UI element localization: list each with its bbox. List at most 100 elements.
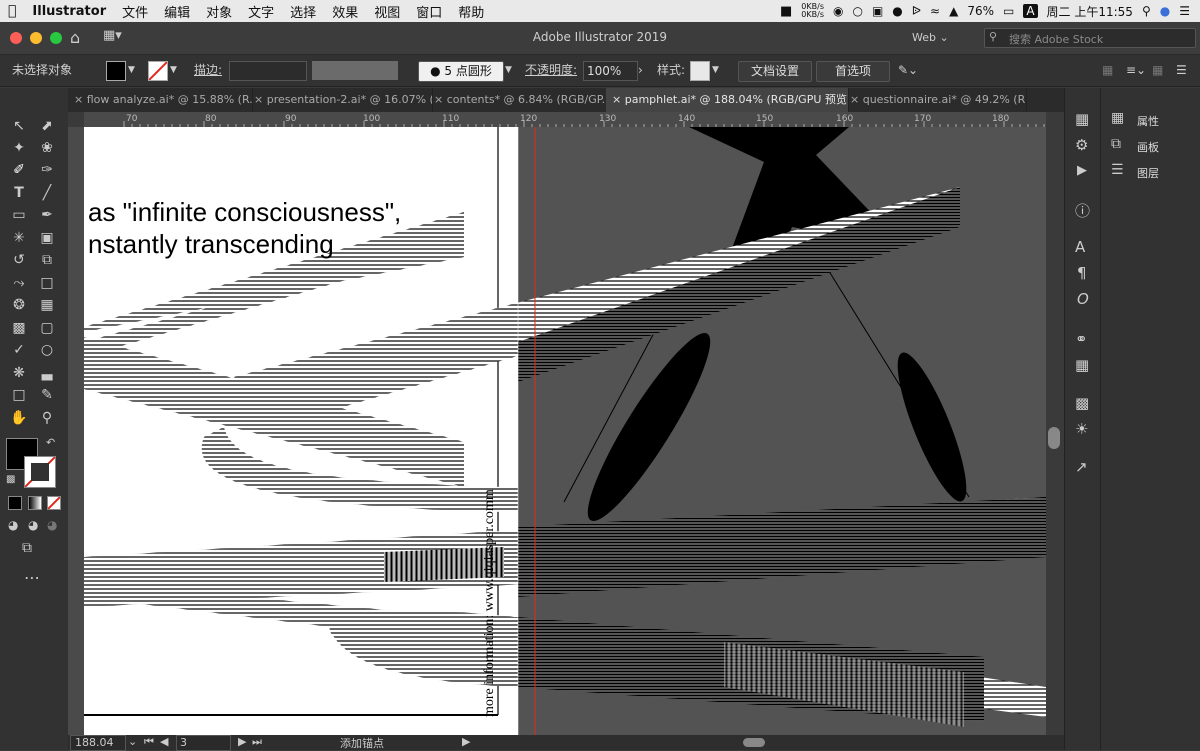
status-menu-icon[interactable]: ▶ [462,735,470,748]
pen-tool-icon[interactable]: ✑ [36,160,58,180]
window-icon[interactable]: ▣ [872,4,883,18]
zoom-tool-icon[interactable]: ⚲ [36,408,58,428]
shape-builder-tool-icon[interactable]: ❂ [8,295,30,315]
apple-icon[interactable]:  [0,3,24,19]
direct-selection-tool-icon[interactable]: ⬈ [36,116,58,136]
transform-icon[interactable]: ▦ [1152,61,1163,80]
artboard-number-field[interactable]: 3 [176,735,231,751]
horizontal-ruler[interactable]: 70 80 90 100 110 120 130 140 150 160 170… [84,112,1046,127]
battery-icon[interactable]: ▭ [1003,4,1014,18]
draw-normal-icon[interactable]: ◕ [8,518,18,532]
headline-line-1[interactable]: as "infinite consciousness", [88,197,401,228]
mesh-tool-icon[interactable]: ▩ [8,318,30,338]
document-setup-button[interactable]: 文档设置 [738,61,812,82]
message-icon[interactable]: ○ [852,4,862,18]
next-artboard-icon[interactable]: ▶ [238,735,246,748]
tab-pamphlet[interactable]: × pamphlet.ai* @ 188.04% (RGB/GPU 预览) [606,88,849,112]
perspective-grid-tool-icon[interactable]: ▦ [36,295,58,315]
draw-behind-icon[interactable]: ◕ [28,518,38,532]
menu-edit[interactable]: 编辑 [156,2,198,21]
menu-help[interactable]: 帮助 [450,2,492,21]
libraries-icon[interactable]: ▦ [1075,110,1089,128]
rotate-tool-icon[interactable]: ↺ [8,250,30,270]
chevron-down-icon[interactable]: ▼ [505,61,512,80]
vertical-scrollbar[interactable] [1046,127,1064,735]
input-method-icon[interactable]: A [1023,4,1038,18]
chevron-down-icon[interactable]: ▼ [128,61,135,80]
menu-effect[interactable]: 效果 [324,2,366,21]
symbol-sprayer-tool-icon[interactable]: ❋ [8,363,30,383]
stroke-label[interactable]: 描边: [194,61,222,80]
free-transform-tool-icon[interactable]: □ [36,273,58,293]
creative-cloud-icon[interactable]: ● [892,4,902,18]
column-graph-tool-icon[interactable]: ▃ [36,363,58,383]
asset-export-icon[interactable]: ▩ [1075,394,1089,412]
none-mode-icon[interactable] [47,496,61,510]
notification-center-icon[interactable]: ☰ [1179,4,1190,18]
first-artboard-icon[interactable]: ⏮ [144,735,154,749]
eyedropper-tool-icon[interactable]: ✓ [8,340,30,360]
gear-icon[interactable]: ⚙ [1075,136,1088,154]
zoom-field[interactable]: 188.04 [70,735,126,751]
distribute-icon[interactable]: ≡⌄ [1126,61,1146,80]
pages-icon[interactable]: ▦ [1075,356,1089,374]
menu-app-name[interactable]: Illustrator [24,4,114,19]
menu-window[interactable]: 窗口 [408,2,450,21]
workspace-switcher[interactable]: Web ⌄ [912,28,974,47]
character-icon[interactable]: A [1075,238,1085,256]
last-artboard-icon[interactable]: ⏭ [252,735,262,749]
menu-select[interactable]: 选择 [282,2,324,21]
align-icon[interactable]: ▦ [1102,61,1113,80]
info-icon[interactable]: ⓘ [1075,200,1090,221]
lasso-tool-icon[interactable]: ❀ [36,138,58,158]
preferences-button[interactable]: 首选项 [816,61,890,82]
eraser-tool-icon[interactable]: ▣ [36,228,58,248]
paragraph-icon[interactable]: ¶ [1077,264,1087,282]
tab-contents[interactable]: × contents* @ 6.84% (RGB/GP... [428,88,611,112]
stroke-weight-input[interactable] [229,61,307,81]
menu-object[interactable]: 对象 [198,2,240,21]
close-icon[interactable]: × [612,93,621,106]
paintbrush-tool-icon[interactable]: ✒ [36,205,58,225]
menu-view[interactable]: 视图 [366,2,408,21]
swap-colors-icon[interactable]: ↶ [46,436,55,449]
headline-line-2[interactable]: nstantly transcending [88,229,334,260]
magic-wand-tool-icon[interactable]: ✦ [8,138,30,158]
artboards-icon[interactable]: ⧉ [1111,136,1121,152]
siri-icon[interactable]: ● [1160,4,1170,18]
chevron-right-icon[interactable]: › [638,61,643,80]
default-colors-icon[interactable]: ▩ [6,474,15,485]
stroke-swatch[interactable] [148,61,168,81]
gradient-mode-icon[interactable] [28,496,42,510]
wechat-icon[interactable]: ◉ [833,4,843,18]
control-menu-icon[interactable]: ☰ [1176,61,1187,80]
close-icon[interactable]: × [850,93,859,106]
links-icon[interactable]: ⚭ [1075,330,1088,348]
horizontal-scroll-thumb[interactable] [743,738,765,747]
export-icon[interactable]: ↗ [1075,458,1088,476]
graphic-style-swatch[interactable] [690,61,710,81]
chevron-down-icon[interactable]: ▼ [712,61,719,80]
gradient-tool-icon[interactable]: ▢ [36,318,58,338]
play-icon[interactable]: ▶ [1077,163,1087,178]
chevron-down-icon[interactable]: ▼ [170,61,177,80]
menubar-clock[interactable]: 周二 上午11:55 [1047,3,1133,20]
prev-artboard-icon[interactable]: ◀ [160,735,168,748]
quick-actions-icon[interactable]: ✎⌄ [898,61,918,80]
scroll-thumb[interactable] [1048,427,1060,449]
close-icon[interactable]: × [74,93,83,106]
spotlight-icon[interactable]: ⚲ [1142,4,1151,18]
tab-questionnaire[interactable]: × questionnaire.ai* @ 49.2% (R... [844,88,1027,112]
layers-icon[interactable]: ☰ [1111,162,1124,178]
cat-icon[interactable]: ■ [780,4,792,19]
width-tool-icon[interactable]: ⤳ [8,273,30,293]
menu-file[interactable]: 文件 [114,2,156,21]
color-mode-icon[interactable] [8,496,22,510]
type-tool-icon[interactable]: T [8,183,30,203]
variable-width-profile[interactable] [312,61,398,80]
appearance-icon[interactable]: ☀ [1075,420,1088,438]
close-icon[interactable]: × [434,93,443,106]
draw-inside-icon[interactable]: ◕ [47,518,57,532]
vertical-contact-text[interactable]: more information: www.qiqiasper.comm [482,417,498,717]
close-icon[interactable]: × [254,93,263,106]
